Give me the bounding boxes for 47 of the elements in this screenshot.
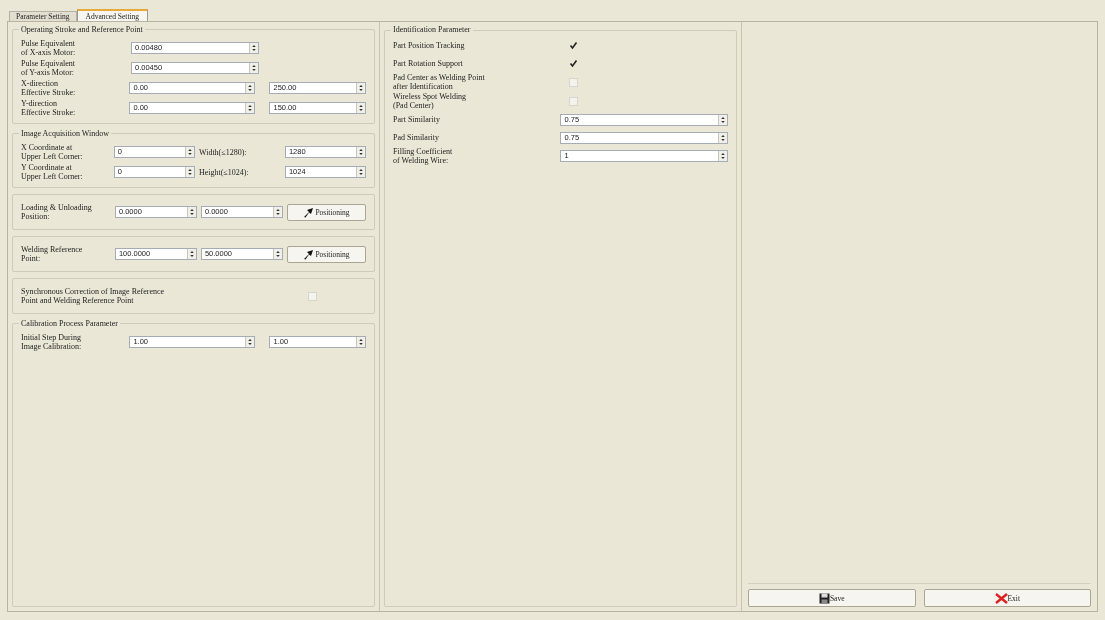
spin-arrows-icon[interactable]: [245, 103, 255, 113]
group-title: Calibration Process Parameter: [19, 319, 120, 328]
group-title: Identification Parameter: [391, 25, 473, 34]
group-title: Operating Stroke and Reference Point: [19, 25, 145, 34]
spin-arrows-icon[interactable]: [245, 337, 255, 347]
spin-arrows-icon[interactable]: [186, 249, 196, 259]
field-label: Synchronous Correction of Image Reference Point and Welding Reference Point: [21, 287, 166, 305]
spin-arrows-icon[interactable]: [272, 249, 282, 259]
spin-arrows-icon[interactable]: [718, 132, 727, 143]
spin-arrows-icon[interactable]: [356, 103, 365, 113]
field-label: Part Position Tracking: [393, 41, 466, 50]
spin-arrows-icon[interactable]: [184, 167, 194, 177]
spin-arrows-icon[interactable]: [184, 147, 194, 157]
field-label: Pad Similarity: [393, 133, 440, 142]
field-label: Part Rotation Support: [393, 59, 464, 68]
field-label: Pad Center as Welding Point after Identification: [393, 73, 486, 91]
group-title: Image Acquisition Window: [19, 129, 111, 138]
field-label: Loading & Unloading Position:: [21, 203, 93, 221]
field-label: Pulse Equivalent of Y-axis Motor:: [21, 59, 76, 77]
field-label: X Coordinate at Upper Left Corner:: [21, 143, 84, 161]
spin-arrows-icon[interactable]: [186, 207, 196, 217]
field-label: Part Similarity: [393, 115, 441, 124]
spin-arrows-icon[interactable]: [356, 337, 365, 347]
spin-arrows-icon[interactable]: [356, 167, 365, 177]
spin-arrows-icon[interactable]: [245, 83, 255, 93]
spin-arrows-icon[interactable]: [249, 43, 258, 53]
field-label: Filling Coefficient of Welding Wire:: [393, 147, 454, 165]
spin-arrows-icon[interactable]: [718, 114, 727, 125]
spin-arrows-icon[interactable]: [356, 147, 365, 157]
spin-arrows-icon[interactable]: [249, 63, 258, 73]
field-label: Y Coordinate at Upper Left Corner:: [21, 163, 84, 181]
field-label: Welding Reference Point:: [21, 245, 84, 263]
field-label: Height(≤1024):: [198, 167, 250, 177]
arrow-icon: [303, 206, 315, 218]
field-label: X-direction Effective Stroke:: [21, 79, 77, 97]
field-label: Y-direction Effective Stroke:: [21, 99, 77, 117]
field-label: Initial Step During Image Calibration:: [21, 333, 83, 351]
arrow-icon: [303, 248, 315, 260]
field-label: Width(≤1280):: [198, 147, 248, 157]
checkbox[interactable]: [569, 41, 578, 50]
spin-arrows-icon[interactable]: [356, 83, 365, 93]
spin-arrows-icon[interactable]: [718, 151, 727, 161]
checkbox[interactable]: [569, 59, 578, 68]
field-label: Wireless Spot Welding (Pad Center): [393, 92, 468, 110]
field-label: Pulse Equivalent of X-axis Motor:: [21, 39, 77, 57]
cross-icon: [994, 592, 1008, 604]
spin-arrows-icon[interactable]: [272, 207, 282, 217]
